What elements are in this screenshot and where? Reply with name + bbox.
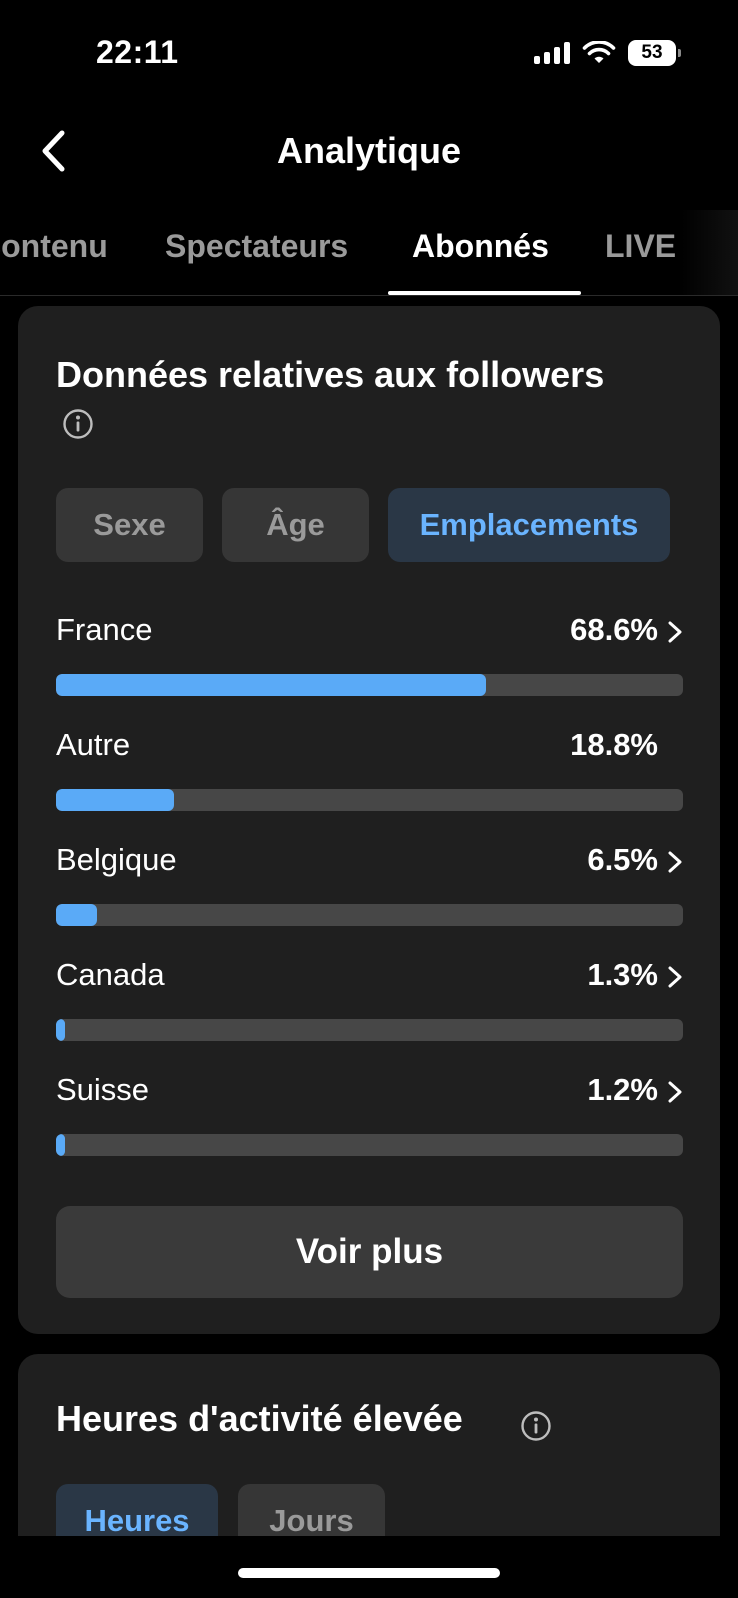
status-time: 22:11 xyxy=(96,34,179,70)
page-title: Analytique xyxy=(276,130,462,171)
location-row-autre: Autre 18.8% xyxy=(56,721,683,811)
location-label: Suisse xyxy=(56,1072,150,1107)
location-percent: 18.8% xyxy=(570,727,658,762)
tab-contenu[interactable]: Contenu xyxy=(0,228,108,265)
active-tab-indicator xyxy=(388,291,581,295)
status-bar: 22:11 53 xyxy=(0,0,738,100)
location-percent: 68.6% xyxy=(570,612,658,647)
chevron-right-icon xyxy=(668,966,682,988)
home-indicator[interactable] xyxy=(238,1568,500,1578)
location-bar-fill xyxy=(56,1134,65,1156)
location-percent: 1.2% xyxy=(587,1072,658,1107)
tab-spectateurs[interactable]: Spectateurs xyxy=(165,228,348,265)
location-bar-track xyxy=(56,1019,683,1041)
wifi-icon xyxy=(582,41,616,63)
tab-bar: Contenu Spectateurs Abonnés LIVE xyxy=(0,210,738,296)
followers-data-card: Données relatives aux followers Sexe Âge… xyxy=(18,306,720,1334)
cellular-signal-icon xyxy=(534,42,570,64)
battery-icon: 53 xyxy=(628,40,681,66)
location-bar-fill xyxy=(56,674,487,696)
location-percent: 6.5% xyxy=(587,842,658,877)
info-icon[interactable] xyxy=(520,1410,552,1442)
segment-age[interactable]: Âge xyxy=(222,488,369,562)
chevron-right-icon xyxy=(668,851,682,873)
location-label: Canada xyxy=(56,957,165,992)
home-indicator-area xyxy=(0,1536,738,1598)
location-label: France xyxy=(56,612,153,647)
location-bar-fill xyxy=(56,904,97,926)
battery-level: 53 xyxy=(641,42,663,63)
location-bar-track xyxy=(56,1134,683,1156)
segment-emplacements[interactable]: Emplacements xyxy=(388,488,670,562)
location-row-france[interactable]: France 68.6% xyxy=(56,606,683,696)
location-bar-fill xyxy=(56,1019,65,1041)
tabs-fade xyxy=(678,210,738,295)
segment-sexe[interactable]: Sexe xyxy=(56,488,203,562)
chevron-right-icon xyxy=(668,621,682,643)
location-bar-track xyxy=(56,789,683,811)
info-icon[interactable] xyxy=(62,408,94,440)
location-bar-track xyxy=(56,904,683,926)
location-row-belgique[interactable]: Belgique 6.5% xyxy=(56,836,683,926)
location-label: Belgique xyxy=(56,842,177,877)
location-row-suisse[interactable]: Suisse 1.2% xyxy=(56,1066,683,1156)
location-bar-track xyxy=(56,674,683,696)
activity-card-title: Heures d'activité élevée xyxy=(56,1398,463,1439)
location-row-canada[interactable]: Canada 1.3% xyxy=(56,951,683,1041)
header: Analytique xyxy=(0,110,738,190)
chevron-right-icon xyxy=(668,1081,682,1103)
analytics-screen: 22:11 53 Analytique Contenu Sp xyxy=(0,0,738,1598)
status-icons: 53 xyxy=(534,40,681,66)
tab-live[interactable]: LIVE xyxy=(605,228,676,265)
location-percent: 1.3% xyxy=(587,957,658,992)
location-label: Autre xyxy=(56,727,131,762)
followers-card-title: Données relatives aux followers xyxy=(56,354,605,395)
location-bar-fill xyxy=(56,789,174,811)
tab-abonnes[interactable]: Abonnés xyxy=(412,228,549,265)
see-more-button[interactable]: Voir plus xyxy=(56,1206,683,1298)
